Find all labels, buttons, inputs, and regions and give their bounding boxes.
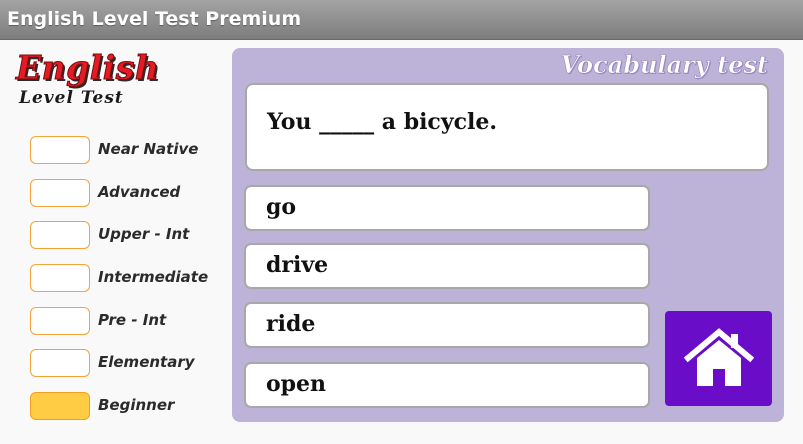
logo-subtitle: Level Test [19, 88, 124, 108]
logo-title: English [15, 48, 160, 87]
level-label: Beginner [98, 396, 175, 414]
level-label: Advanced [98, 183, 181, 201]
level-indicator [30, 307, 90, 335]
level-indicator [30, 349, 90, 377]
window-title: English Level Test Premium [7, 8, 302, 30]
level-item-elementary: Elementary [30, 349, 220, 377]
level-label: Near Native [98, 140, 199, 158]
test-panel: Vocabulary test You _____ a bicycle. go … [232, 48, 784, 422]
question-card: You _____ a bicycle. [245, 83, 769, 171]
test-title: Vocabulary test [560, 50, 768, 80]
level-item-upper-int: Upper - Int [30, 221, 220, 249]
answer-label: ride [266, 311, 316, 337]
answer-label: drive [266, 252, 329, 278]
home-icon [684, 328, 754, 386]
level-item-pre-int: Pre - Int [30, 307, 220, 335]
level-item-advanced: Advanced [30, 179, 220, 207]
home-button[interactable] [665, 311, 772, 406]
answer-button-3[interactable]: ride [244, 302, 650, 348]
level-label: Upper - Int [98, 225, 190, 243]
level-indicator [30, 392, 90, 420]
level-indicator [30, 136, 90, 164]
level-item-near-native: Near Native [30, 136, 220, 164]
level-label: Pre - Int [98, 311, 167, 329]
level-item-beginner: Beginner [30, 392, 220, 420]
level-label: Elementary [98, 353, 195, 371]
level-indicator [30, 221, 90, 249]
answer-button-2[interactable]: drive [244, 243, 650, 289]
answer-label: go [266, 194, 297, 220]
answer-button-4[interactable]: open [244, 362, 650, 408]
answer-button-1[interactable]: go [244, 185, 650, 231]
title-bar: English Level Test Premium [0, 0, 803, 40]
level-label: Intermediate [98, 268, 209, 286]
question-text: You _____ a bicycle. [267, 109, 498, 135]
level-indicator [30, 179, 90, 207]
answer-label: open [266, 371, 327, 397]
level-item-intermediate: Intermediate [30, 264, 220, 292]
level-indicator [30, 264, 90, 292]
